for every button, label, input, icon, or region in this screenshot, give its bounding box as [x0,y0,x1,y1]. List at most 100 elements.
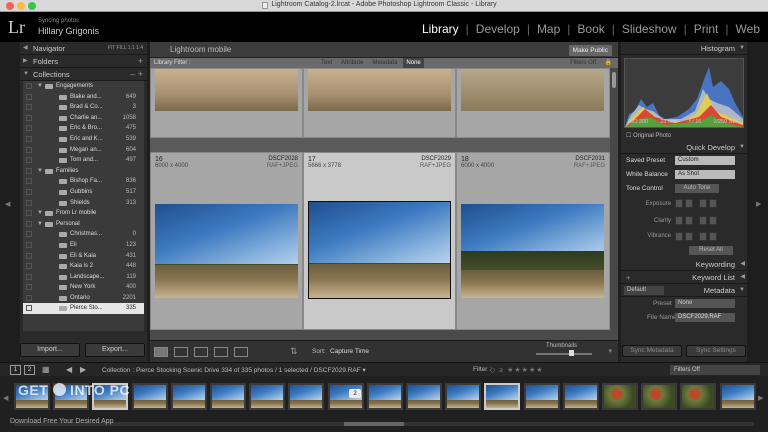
filmstrip-thumbnail[interactable] [170,383,207,410]
keyword-list-header[interactable]: + Keyword List ◀ [621,271,747,284]
sort-dropdown[interactable]: Capture Time [330,348,369,355]
target-collection-checkbox[interactable] [26,157,32,164]
collection-row[interactable]: Shields 313 [23,198,144,209]
vibrance-increase-button[interactable] [699,232,707,241]
metadata-header[interactable]: Default Metadata ▼ [621,284,747,297]
target-collection-checkbox[interactable] [26,104,32,111]
target-collection-checkbox[interactable] [26,199,32,206]
right-panel-toggle-icon[interactable]: ▶ [756,200,761,208]
filmstrip-thumbnail[interactable] [562,383,599,410]
clarity-increase-large-button[interactable] [709,216,717,225]
filmstrip-scroll-right-icon[interactable]: ▶ [758,394,763,402]
thumbnail-size-slider[interactable] [536,353,592,355]
target-collection-checkbox[interactable] [26,83,32,89]
target-collection-checkbox[interactable] [26,273,32,280]
filmstrip-filters-off-dropdown[interactable]: Filters Off [670,365,760,375]
target-collection-checkbox[interactable] [26,231,32,238]
module-web[interactable]: Web [736,22,760,36]
import-button[interactable]: Import... [20,343,80,357]
target-collection-checkbox[interactable] [26,114,32,121]
filmstrip-thumbnail[interactable] [445,383,482,410]
filmstrip-thumbnail[interactable] [484,383,521,410]
collections-header[interactable]: ▼ Collections – + [20,68,147,81]
filmstrip-breadcrumb[interactable]: Collection : Pierce Stocking Scenic Driv… [102,366,366,374]
grid-cell[interactable] [456,68,610,138]
exposure-increase-large-button[interactable] [709,199,717,208]
sync-settings-button[interactable]: Sync Settings [686,345,746,357]
sync-metadata-button[interactable]: Sync Metadata [622,345,682,357]
filter-option-attribute[interactable]: Attribute [338,58,366,68]
exposure-increase-button[interactable] [699,199,707,208]
collection-set-row[interactable]: ▼ From Lr mobile [23,208,144,219]
rating-filter-icon[interactable]: ◇ ≥ ★★★★★ [490,366,544,374]
survey-view-icon[interactable] [214,347,228,357]
forward-arrow-icon[interactable]: ▶ [80,365,86,374]
collection-row[interactable]: Eli & Kaia 431 [23,251,144,262]
collection-row[interactable]: New York 400 [23,282,144,293]
module-map[interactable]: Map [537,22,560,36]
collection-row[interactable]: Brad & Co... 3 [23,102,144,113]
filmstrip-thumbnail[interactable] [680,383,717,410]
filmstrip-scroll-left-icon[interactable]: ◀ [3,394,8,402]
collection-set-row[interactable]: ▼ Engagements [23,81,144,92]
metadata-view-dropdown[interactable]: Default [624,286,664,295]
filmstrip-thumbnail[interactable] [131,383,168,410]
target-collection-checkbox[interactable] [26,284,32,291]
filmstrip-thumbnail[interactable] [406,383,442,410]
target-collection-checkbox[interactable] [26,125,32,132]
expand-triangle-icon[interactable]: ▼ [37,166,43,177]
grid-view-icon[interactable] [154,347,168,357]
original-photo-checkbox[interactable]: ☐ Original Photo [621,131,747,141]
filter-option-text[interactable]: Text [318,58,335,68]
grid-cell[interactable]: 16 DSCF2028 RAF+JPEG 6000 x 4000 [150,152,303,330]
target-collection-checkbox[interactable] [26,167,32,174]
collection-row[interactable]: Eric and K... 539 [23,134,144,145]
main-window-button[interactable]: 1 [10,365,21,375]
collection-row[interactable]: Blake and... 649 [23,92,144,103]
white-balance-dropdown[interactable]: As Shot [675,170,735,179]
add-keyword-button[interactable]: + [626,271,630,284]
filmstrip-scrollbar[interactable] [14,422,754,426]
add-folder-button[interactable]: + [138,55,143,68]
expand-triangle-icon[interactable]: ▼ [37,219,43,230]
grid-cell[interactable] [303,68,456,138]
collection-row[interactable]: Eli 123 [23,240,144,251]
target-collection-checkbox[interactable] [26,241,32,248]
clarity-decrease-button[interactable] [685,216,693,225]
filmstrip-thumbnail[interactable] [288,383,325,410]
collection-row[interactable]: Christmas... 0 [23,229,144,240]
expand-triangle-icon[interactable]: ▼ [37,81,43,92]
reset-all-button[interactable]: Reset All [689,246,733,255]
filmstrip-thumbnail[interactable] [523,383,560,410]
filmstrip-thumbnail[interactable] [210,383,246,410]
target-collection-checkbox[interactable] [26,263,32,270]
vibrance-decrease-large-button[interactable] [675,232,683,241]
exposure-decrease-button[interactable] [685,199,693,208]
quick-develop-header[interactable]: Quick Develop ▼ [621,141,747,154]
filmstrip-thumbnail[interactable] [249,383,286,410]
collection-row[interactable]: Megan an... 604 [23,145,144,156]
collections-add-remove-buttons[interactable]: – + [130,68,143,81]
grid-cell-selected[interactable]: 17 DSCF2029 RAF+JPEG 5666 x 3778 [303,152,456,330]
target-collection-checkbox[interactable] [26,252,32,259]
target-collection-checkbox[interactable] [26,135,32,142]
filmstrip-thumbnail[interactable] [366,383,403,410]
module-library[interactable]: Library [422,22,459,36]
histogram-header[interactable]: Histogram ▼ [621,42,747,55]
vibrance-increase-large-button[interactable] [709,232,717,241]
filmstrip-thumbnail[interactable] [641,383,678,410]
folders-header[interactable]: ▶ Folders + [20,55,147,68]
module-develop[interactable]: Develop [476,22,520,36]
collection-row[interactable]: Landscape... 119 [23,272,144,283]
compare-view-icon[interactable] [194,347,208,357]
target-collection-checkbox[interactable] [26,305,32,312]
second-window-button[interactable]: 2 [24,365,35,375]
thumbnail-size-knob[interactable] [568,350,574,356]
target-collection-checkbox[interactable] [26,294,32,301]
module-print[interactable]: Print [694,22,719,36]
loupe-view-icon[interactable] [174,347,188,357]
grid-cell[interactable] [150,68,303,138]
filmstrip-thumbnail[interactable] [602,383,638,410]
clarity-decrease-large-button[interactable] [675,216,683,225]
collection-row[interactable]: Charlie an... 1058 [23,113,144,124]
